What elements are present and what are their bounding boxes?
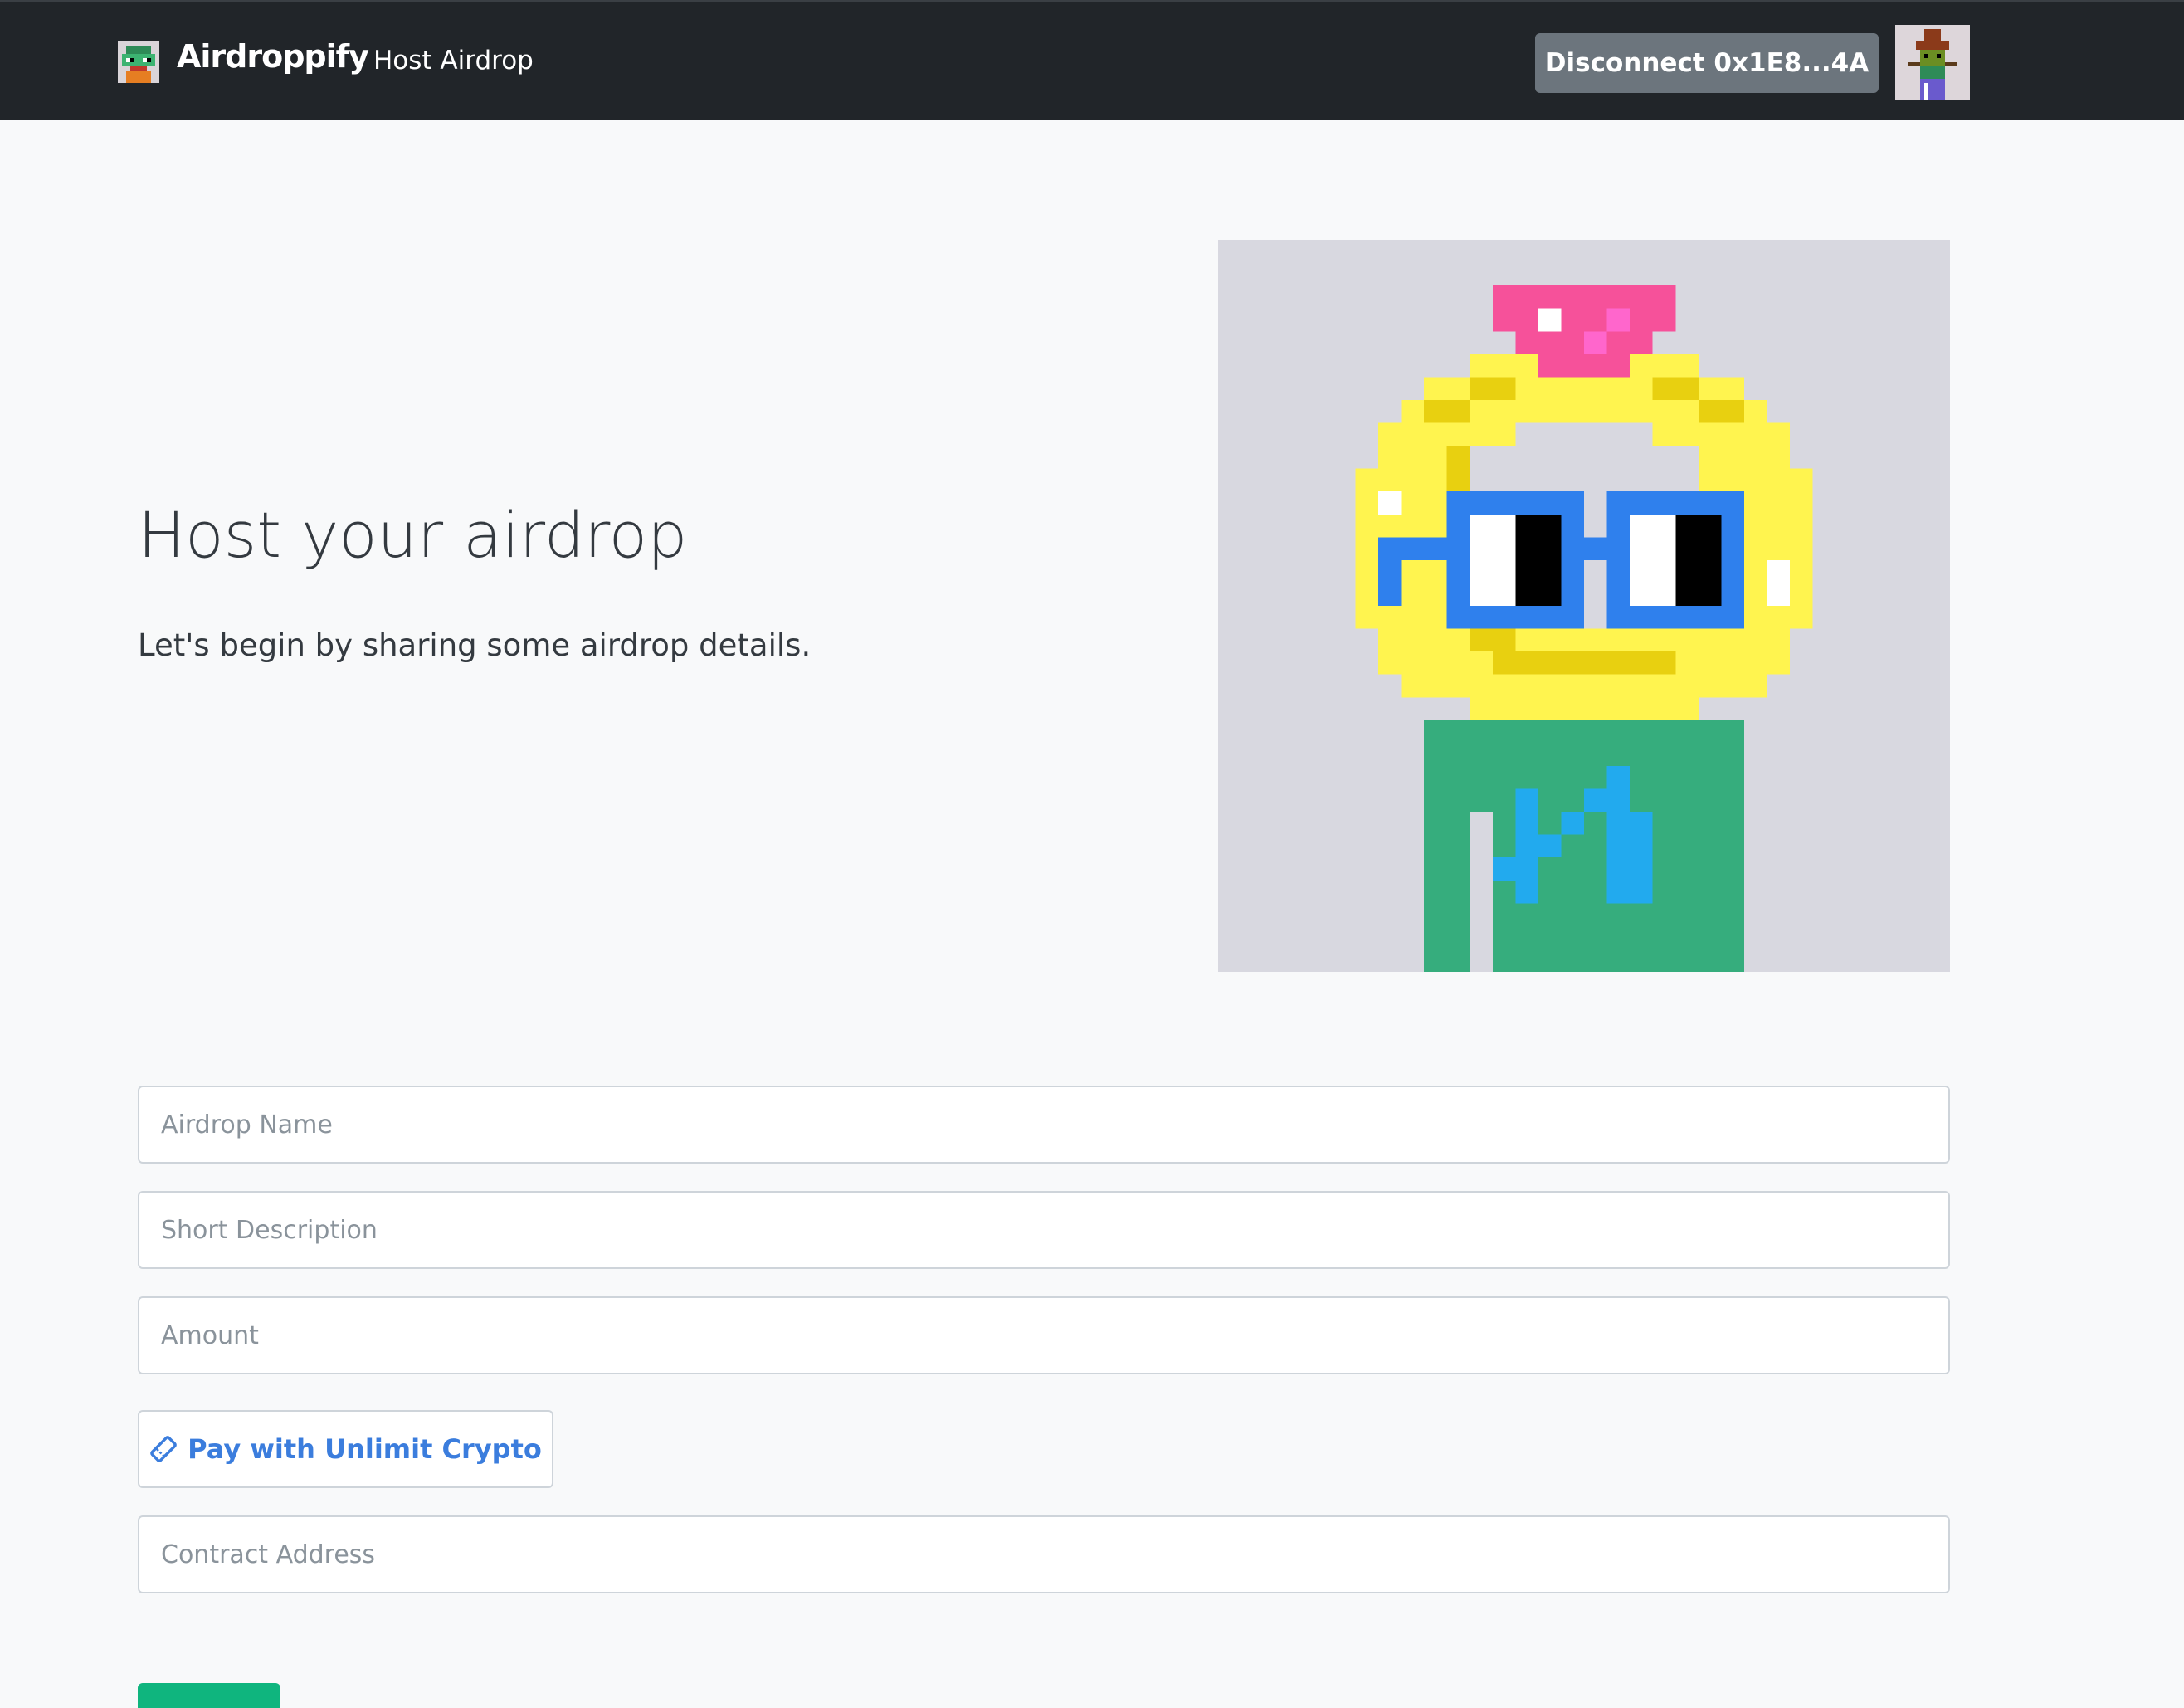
page-title: Host your airdrop xyxy=(138,498,688,572)
brand-logo-icon[interactable] xyxy=(118,41,159,83)
pay-button-label: Pay with Unlimit Crypto xyxy=(188,1433,542,1465)
nft-character-image xyxy=(1218,240,1950,972)
ticket-icon xyxy=(149,1435,178,1463)
submit-button[interactable] xyxy=(138,1683,280,1708)
top-navbar: Airdroppify Host Airdrop Disconnect 0x1E… xyxy=(0,0,2184,120)
brand-name[interactable]: Airdroppify xyxy=(177,38,369,75)
pay-with-unlimit-crypto-button[interactable]: Pay with Unlimit Crypto xyxy=(138,1410,553,1488)
amount-input[interactable] xyxy=(138,1296,1950,1374)
page-subtitle: Let's begin by sharing some airdrop deta… xyxy=(138,627,812,663)
short-description-input[interactable] xyxy=(138,1191,1950,1269)
airdrop-name-input[interactable] xyxy=(138,1086,1950,1164)
user-avatar-icon[interactable] xyxy=(1895,25,1970,100)
disconnect-wallet-button[interactable]: Disconnect 0x1E8...4A xyxy=(1535,33,1879,93)
nav-link-host-airdrop[interactable]: Host Airdrop xyxy=(373,46,534,76)
contract-address-input[interactable] xyxy=(138,1515,1950,1593)
